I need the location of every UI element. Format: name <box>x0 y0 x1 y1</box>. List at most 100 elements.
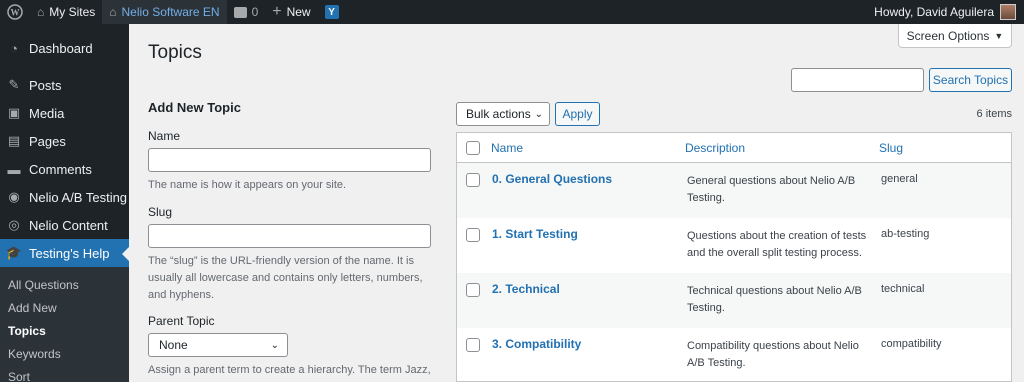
sidebar-item-nelio-content[interactable]: ◎ Nelio Content <box>0 211 129 239</box>
yoast-icon: Y <box>324 5 339 19</box>
pages-icon: ▤ <box>7 133 21 148</box>
row-description: Technical questions about Nelio A/B Test… <box>687 285 862 314</box>
bulk-actions-select[interactable]: Bulk actions ⌄ <box>456 102 550 126</box>
comment-icon: ▬ <box>7 161 21 177</box>
avatar <box>1000 4 1016 20</box>
screen-options-label: Screen Options <box>906 28 990 43</box>
admin-bar: W ⌂ My Sites ⌂ Nelio Software EN 0 + New… <box>0 0 1024 24</box>
form-heading: Add New Topic <box>148 100 241 115</box>
row-checkbox[interactable] <box>466 228 480 242</box>
sidebar-item-label: Pages <box>29 133 66 149</box>
table-header: Name Description Slug <box>457 133 1011 163</box>
wordpress-logo-icon[interactable]: W <box>0 0 30 24</box>
topics-table: Name Description Slug 0. General Questio… <box>456 132 1012 382</box>
search-topics-button[interactable]: Search Topics <box>929 68 1012 92</box>
parent-topic-value: None <box>159 338 188 352</box>
row-checkbox[interactable] <box>466 338 480 352</box>
row-name-link[interactable]: 2. Technical <box>492 282 560 296</box>
column-name[interactable]: Name <box>491 141 523 155</box>
slug-description: The “slug” is the URL-friendly version o… <box>148 255 423 301</box>
nelio-content-icon: ◎ <box>8 217 20 232</box>
add-topic-form: Add New Topic Name The name is how it ap… <box>148 100 432 382</box>
bulk-actions-label: Bulk actions <box>466 107 531 121</box>
my-sites-icon: ⌂ <box>37 5 45 19</box>
row-checkbox[interactable] <box>466 283 480 297</box>
name-label: Name <box>148 129 181 143</box>
sidebar-item-media[interactable]: ▣ Media <box>0 99 129 127</box>
select-all-checkbox[interactable] <box>466 141 480 155</box>
greeting: Howdy, David Aguilera <box>874 5 994 19</box>
row-checkbox[interactable] <box>466 173 480 187</box>
media-icon: ▣ <box>7 105 21 120</box>
my-sites-label: My Sites <box>49 5 96 19</box>
sidebar-item-posts[interactable]: ✎ Posts <box>0 71 129 99</box>
my-sites-menu[interactable]: ⌂ My Sites <box>30 0 102 24</box>
sidebar-item-label: Nelio Content <box>29 217 108 233</box>
graduation-cap-icon: 🎓 <box>5 245 23 260</box>
table-row: 0. General Questions General questions a… <box>457 163 1011 218</box>
submenu-item-sort[interactable]: Sort <box>0 365 129 382</box>
name-field[interactable] <box>148 148 431 172</box>
sidebar-item-nelio-ab-testing[interactable]: ◉ Nelio A/B Testing <box>0 183 129 211</box>
item-count: 6 items <box>976 108 1012 120</box>
sidebar-item-label: Media <box>29 105 65 121</box>
row-name-link[interactable]: 3. Compatibility <box>492 337 581 351</box>
admin-sidebar: ◔ Dashboard ✎ Posts ▣ Media ▤ Pages ▬ Co… <box>0 24 129 382</box>
caret-down-icon: ▼ <box>994 30 1004 41</box>
dashboard-icon: ◔ <box>10 40 18 56</box>
apply-button[interactable]: Apply <box>555 102 600 126</box>
submenu-item-add-new[interactable]: Add New <box>0 296 129 319</box>
new-label: New <box>286 5 311 19</box>
sidebar-item-label: Testing's Help <box>29 245 110 261</box>
column-slug[interactable]: Slug <box>879 141 903 155</box>
home-icon: ⌂ <box>109 5 117 19</box>
submenu-item-keywords[interactable]: Keywords <box>0 342 129 365</box>
chevron-down-icon: ⌄ <box>270 339 279 351</box>
sidebar-item-label: Comments <box>29 161 92 177</box>
search-input[interactable] <box>791 68 924 92</box>
slug-label: Slug <box>148 205 173 219</box>
row-name-link[interactable]: 1. Start Testing <box>492 227 578 241</box>
sidebar-item-label: Dashboard <box>29 40 93 56</box>
yoast-menu[interactable]: Y <box>318 0 346 24</box>
plus-icon: + <box>272 3 282 20</box>
parent-topic-label: Parent Topic <box>148 314 215 328</box>
row-name-link[interactable]: 0. General Questions <box>492 172 612 186</box>
row-slug: compatibility <box>881 338 942 350</box>
comment-bubble-icon <box>233 6 247 18</box>
nelio-ab-icon: ◉ <box>8 189 20 204</box>
comments-menu[interactable]: 0 <box>227 0 266 24</box>
slug-field[interactable] <box>148 224 431 248</box>
page-title: Topics <box>148 42 202 63</box>
submenu-item-all-questions[interactable]: All Questions <box>0 273 129 296</box>
comments-count: 0 <box>251 5 259 19</box>
submenu-item-topics[interactable]: Topics <box>0 319 129 342</box>
chevron-down-icon: ⌄ <box>534 108 543 120</box>
parent-topic-description: Assign a parent term to create a hierarc… <box>148 364 431 382</box>
table-row: 1. Start Testing Questions about the cre… <box>457 218 1011 273</box>
site-name-menu[interactable]: ⌂ Nelio Software EN <box>102 0 227 24</box>
sidebar-item-comments[interactable]: ▬ Comments <box>0 155 129 183</box>
screen-options-button[interactable]: Screen Options ▼ <box>898 24 1012 48</box>
column-description[interactable]: Description <box>685 141 745 155</box>
new-content-menu[interactable]: + New <box>265 0 317 24</box>
name-description: The name is how it appears on your site. <box>148 179 347 191</box>
row-slug: ab-testing <box>881 228 930 240</box>
row-description: General questions about Nelio A/B Testin… <box>687 175 856 204</box>
account-menu[interactable]: Howdy, David Aguilera <box>874 4 1024 20</box>
site-name-label: Nelio Software EN <box>121 5 220 19</box>
submenu-testings-help: All Questions Add New Topics Keywords So… <box>0 267 129 382</box>
svg-text:W: W <box>11 8 20 18</box>
row-slug: general <box>881 173 918 185</box>
sidebar-item-label: Posts <box>29 77 62 93</box>
row-description: Questions about the creation of tests an… <box>687 230 867 259</box>
pin-icon: ✎ <box>8 77 20 92</box>
parent-topic-select[interactable]: None ⌄ <box>148 333 288 357</box>
row-slug: technical <box>881 283 925 295</box>
sidebar-item-label: Nelio A/B Testing <box>29 189 128 205</box>
sidebar-item-testings-help[interactable]: 🎓 Testing's Help <box>0 239 129 267</box>
table-row: 3. Compatibility Compatibility questions… <box>457 328 1011 382</box>
row-description: Compatibility questions about Nelio A/B … <box>687 340 859 369</box>
sidebar-item-pages[interactable]: ▤ Pages <box>0 127 129 155</box>
sidebar-item-dashboard[interactable]: ◔ Dashboard <box>0 34 129 62</box>
